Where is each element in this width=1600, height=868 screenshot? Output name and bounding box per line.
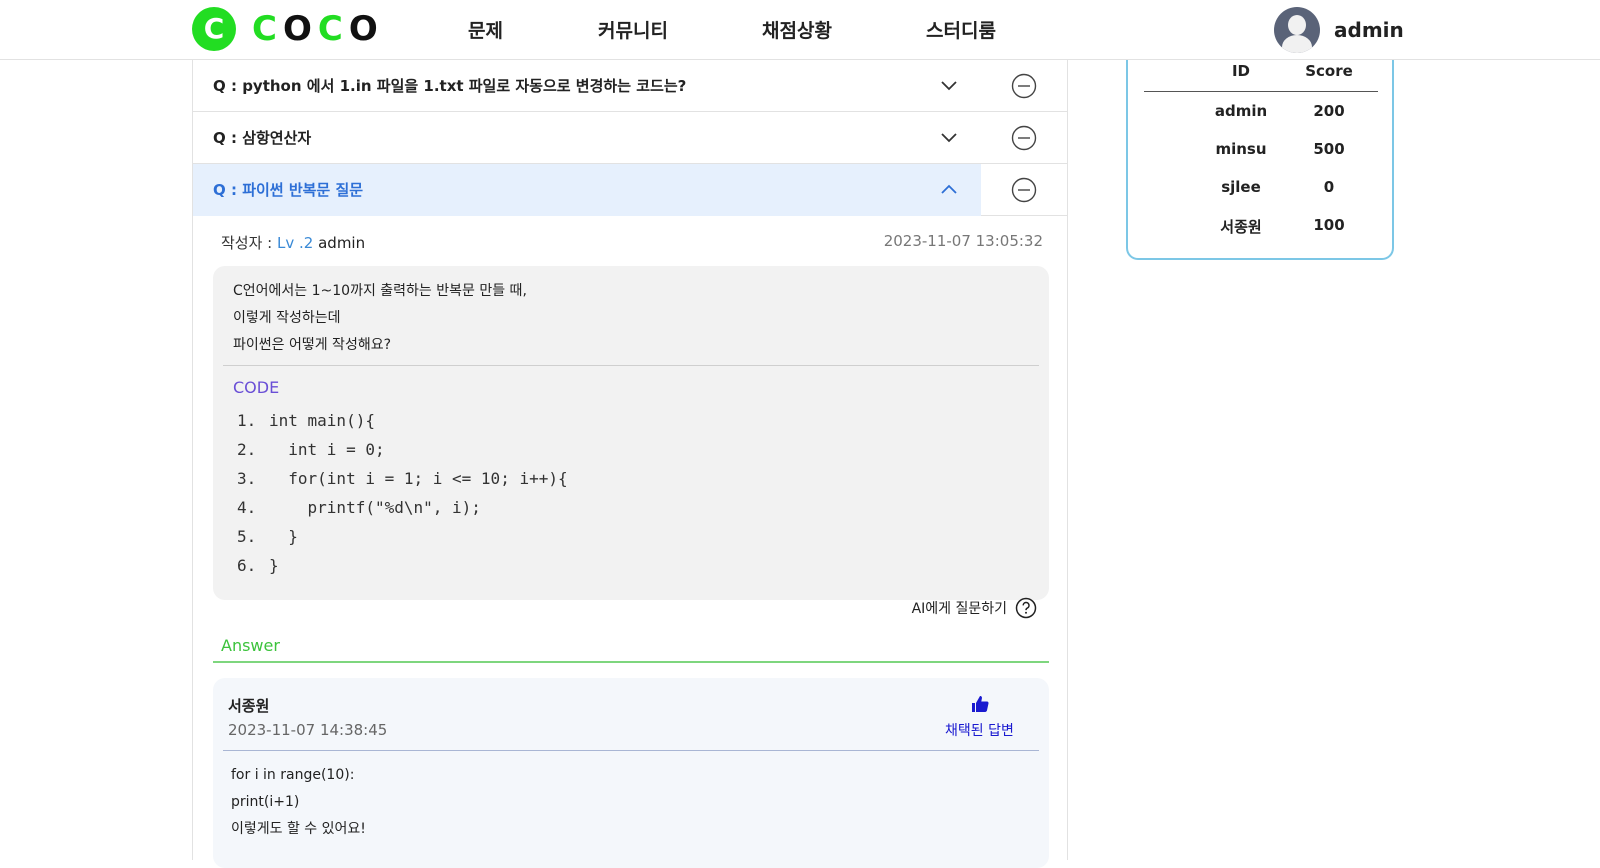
question-body: C언어에서는 1~10까지 출력하는 반복문 만들 때, 이렇게 작성하는데 파… — [213, 266, 1049, 600]
post-meta: 작성자 : Lv .2 admin 2023-11-07 13:05:32 — [221, 232, 1043, 253]
divider — [223, 750, 1039, 751]
code-line: 3. for(int i = 1; i <= 10; i++){ — [237, 469, 568, 488]
nav-studyroom[interactable]: 스터디룸 — [926, 16, 996, 43]
remove-circle-icon[interactable] — [1011, 125, 1037, 151]
answer-text: for i in range(10): print(i+1) 이렇게도 할 수 … — [231, 767, 366, 837]
remove-circle-icon[interactable] — [1011, 177, 1037, 203]
answer-section-title: Answer — [221, 636, 280, 655]
ranking-row: admin 200 — [1214, 102, 1345, 120]
code-line: 4. printf("%d\n", i); — [237, 498, 481, 517]
code-line: 1. int main(){ — [237, 411, 375, 430]
question-title[interactable]: Q : 삼항연산자 — [213, 127, 311, 148]
question-text: C언어에서는 1~10까지 출력하는 반복문 만들 때, 이렇게 작성하는데 파… — [233, 283, 527, 353]
user-name[interactable]: admin — [1334, 18, 1404, 42]
id-column-header: ID — [1231, 62, 1251, 80]
ranking-row: 서종원 100 — [1220, 216, 1345, 236]
code-block: 1. int main(){ 2. int i = 0; 3. for(int i… — [237, 406, 568, 580]
user-menu[interactable]: admin — [1274, 7, 1404, 53]
ranking-header: ID Score — [1144, 62, 1378, 92]
chevron-down-icon[interactable] — [939, 76, 959, 96]
question-circle-icon[interactable] — [1015, 597, 1037, 619]
author-level: Lv .2 — [277, 234, 314, 252]
chevron-up-icon[interactable] — [939, 180, 959, 200]
code-line: 6.} — [237, 556, 279, 575]
question-row[interactable]: Q : 삼항연산자 — [193, 112, 1067, 164]
nav-problems[interactable]: 문제 — [468, 16, 503, 43]
answer-author: 서종원 — [228, 697, 270, 715]
thumbs-up-icon[interactable] — [970, 694, 990, 714]
author-name: admin — [318, 234, 366, 252]
answer-date: 2023-11-07 14:38:45 — [228, 721, 388, 739]
question-title[interactable]: Q : 파이썬 반복문 질문 — [213, 179, 363, 200]
ask-ai-button[interactable]: AI에게 질문하기 — [912, 597, 1037, 619]
question-row-active[interactable]: Q : 파이썬 반복문 질문 — [193, 164, 1067, 216]
divider — [223, 365, 1039, 366]
top-header: C COCO 문제 커뮤니티 채점상황 스터디룸 admin — [0, 0, 1600, 60]
ask-ai-label[interactable]: AI에게 질문하기 — [912, 598, 1007, 618]
post-date: 2023-11-07 13:05:32 — [883, 232, 1043, 250]
nav-community[interactable]: 커뮤니티 — [598, 16, 668, 43]
answer-card: 서종원 2023-11-07 14:38:45 채택된 답변 for i in … — [213, 678, 1049, 868]
remove-circle-icon[interactable] — [1011, 73, 1037, 99]
ranking-row: sjlee 0 — [1221, 178, 1335, 196]
score-column-header: Score — [1305, 62, 1353, 80]
question-title[interactable]: Q : python 에서 1.in 파일을 1.txt 파일로 자동으로 변경… — [213, 75, 686, 96]
accepted-answer-label: 채택된 답변 — [945, 723, 1014, 739]
answer-divider — [213, 661, 1049, 663]
chevron-down-icon[interactable] — [939, 128, 959, 148]
ranking-row: minsu 500 — [1215, 140, 1345, 158]
qna-panel: Q : python 에서 1.in 파일을 1.txt 파일로 자동으로 변경… — [192, 60, 1068, 868]
author-label: 작성자 : — [221, 234, 277, 252]
nav-status[interactable]: 채점상황 — [762, 16, 832, 43]
avatar[interactable] — [1274, 7, 1320, 53]
code-line: 5. } — [237, 527, 298, 546]
code-label: CODE — [233, 378, 280, 397]
question-row[interactable]: Q : python 에서 1.in 파일을 1.txt 파일로 자동으로 변경… — [193, 60, 1067, 112]
ranking-card: ID Score admin 200 minsu 500 sjlee 0 서종원 100 — [1126, 40, 1394, 260]
code-line: 2. int i = 0; — [237, 440, 385, 459]
